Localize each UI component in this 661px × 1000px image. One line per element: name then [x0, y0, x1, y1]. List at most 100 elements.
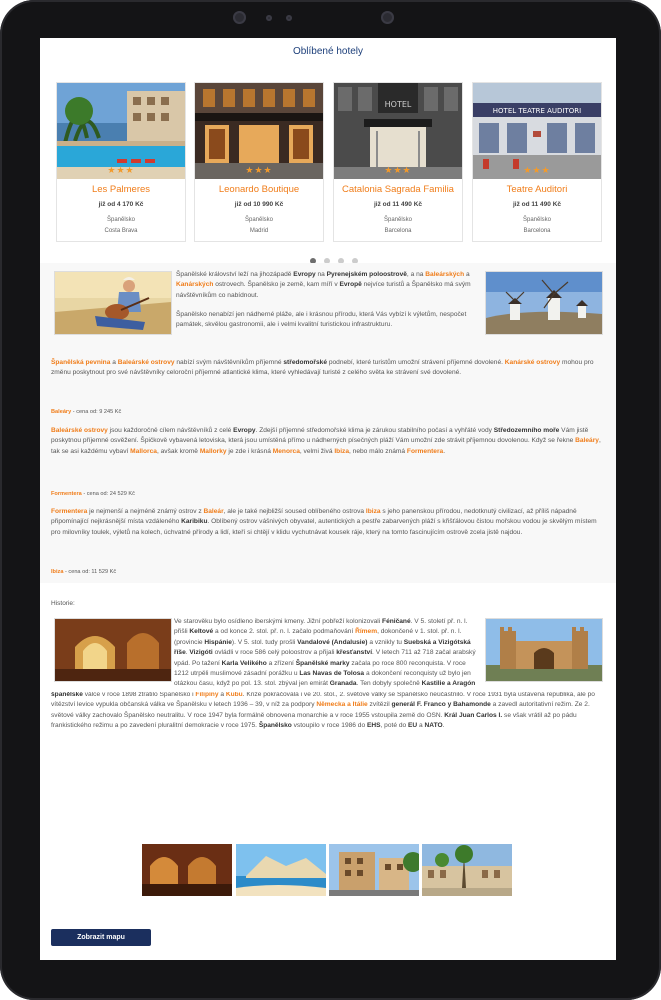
- text-emphasis: středomořské: [283, 359, 328, 366]
- text-emphasis: Hispánie: [204, 638, 232, 646]
- text-emphasis: Evropě: [339, 281, 362, 289]
- text-emphasis: křesťanství: [336, 649, 373, 657]
- destination-price: Formentera - cena od: 24 529 Kč: [51, 491, 135, 497]
- text-link[interactable]: Baleárských: [425, 271, 464, 278]
- hotel-name-link[interactable]: Teatre Auditori: [473, 184, 601, 195]
- intro-paragraph: Španělská pevnina a Baleárské ostrovy na…: [51, 359, 594, 377]
- rating-stars-icon: ★★★: [384, 165, 412, 175]
- section-title: Oblíbené hotely: [292, 46, 364, 57]
- history-paragraph: Ve starověku bylo osídleno iberskými kme…: [51, 692, 603, 731]
- text-emphasis: Evropy: [233, 427, 256, 434]
- destination-link[interactable]: Baleáry: [51, 409, 71, 415]
- text-emphasis: EHS: [366, 722, 381, 730]
- guitar-girl-photo: [54, 271, 172, 335]
- destination-description: Formentera je nejmenší a nejméně známý o…: [51, 508, 597, 536]
- camera-icon: [233, 11, 246, 24]
- destination-price: Baleáry - cena od: 9 245 Kč: [51, 409, 121, 415]
- destination-price-text: - cena od: 9 245 Kč: [71, 409, 122, 415]
- hotel-name-link[interactable]: Leonardo Boutique: [195, 184, 323, 195]
- intro-paragraph: Španělsko nenabízí jen nádherné pláže, a…: [176, 311, 467, 329]
- destination-link[interactable]: Ibiza: [51, 569, 63, 575]
- gallery-image[interactable]: [142, 844, 232, 896]
- history-paragraph: Ve starověku bylo osídleno iberskými kme…: [174, 617, 480, 691]
- destination-price-text: - cena od: 11 529 Kč: [63, 569, 117, 575]
- text-link[interactable]: Římem: [355, 628, 377, 635]
- text-emphasis: Kastilie a Aragón: [421, 680, 476, 688]
- hotel-sign: HOTEL TEATRE AUDITORI: [493, 107, 581, 115]
- text-emphasis: NATO: [424, 722, 443, 730]
- show-map-button[interactable]: Zobrazit mapu: [51, 929, 151, 946]
- text-link[interactable]: Německa a Itálie: [316, 701, 367, 708]
- text-link[interactable]: Formentera: [51, 508, 87, 515]
- intro-paragraph: Španělské království leží na jihozápadě …: [176, 271, 471, 299]
- hotel-card[interactable]: HOTEL TEATRE AUDITORI ★★★ Teatre Auditor…: [472, 82, 602, 242]
- castle-photo: [485, 618, 603, 682]
- text-link[interactable]: Kubu: [226, 692, 243, 698]
- text-link[interactable]: Mallorca: [130, 448, 157, 455]
- text-link[interactable]: Filipíny: [195, 692, 218, 698]
- text-link[interactable]: Ibiza: [334, 448, 349, 455]
- tablet-frame: Oblíbené hotely ★★★ Les Palmeres již od …: [0, 0, 661, 1000]
- sensor-icon: [286, 15, 292, 21]
- hotel-region: Costa Brava: [104, 228, 138, 234]
- camera-icon: [381, 11, 394, 24]
- text-emphasis: Španělské marky: [295, 659, 350, 667]
- hotel-name-link[interactable]: Catalonia Sagrada Familia: [334, 184, 462, 195]
- text-link[interactable]: Formentera: [407, 448, 443, 455]
- text-link[interactable]: Ibiza: [366, 508, 381, 515]
- hotel-card[interactable]: HOTEL ★★★ Catalonia Sagrada Familia již …: [333, 82, 463, 242]
- country-info-section: Španělské království leží na jihozápadě …: [40, 263, 616, 583]
- text-emphasis: Evropy: [293, 271, 316, 278]
- text-emphasis: Karla Velikého: [221, 659, 267, 667]
- gallery-image[interactable]: [236, 844, 326, 896]
- text-link[interactable]: Baleár: [203, 508, 223, 515]
- text-emphasis: Vandalové (Andalusie): [297, 638, 368, 646]
- text-link[interactable]: Kanárské ostrovy: [505, 359, 560, 366]
- hotel-country: Španělsko: [522, 217, 552, 223]
- destination-link[interactable]: Formentera: [51, 491, 82, 497]
- text-emphasis: Pyrenejském poloostrově: [326, 271, 407, 278]
- rating-stars-icon: ★★★: [107, 165, 135, 175]
- hotel-country: Španělsko: [106, 217, 136, 223]
- gallery-image[interactable]: [329, 844, 419, 896]
- hotel-region: Barcelona: [384, 228, 412, 234]
- hotel-country: Španělsko: [383, 217, 413, 223]
- hotel-name-link[interactable]: Les Palmeres: [57, 184, 185, 195]
- text-emphasis: Španělsko: [258, 722, 292, 730]
- history-text-top: Ve starověku bylo osídleno iberskými kme…: [174, 617, 480, 691]
- hotel-price: již od 4 170 Kč: [98, 201, 144, 208]
- hotel-country: Španělsko: [244, 217, 274, 223]
- screen: Oblíbené hotely ★★★ Les Palmeres již od …: [40, 38, 616, 960]
- gallery-image[interactable]: [422, 844, 512, 896]
- history-section: Historie: Ve starověku bylo osídleno ibe…: [40, 590, 616, 850]
- rating-stars-icon: ★★★: [523, 165, 551, 175]
- destination-description: Baleárské ostrovy jsou každoročně cílem …: [51, 427, 601, 455]
- text-link[interactable]: Baleáry: [575, 437, 599, 444]
- text-emphasis: Vizigóti: [189, 649, 213, 657]
- text-emphasis: Keltové: [189, 628, 214, 636]
- destination-price: Ibiza - cena od: 11 529 Kč: [51, 569, 116, 575]
- text-emphasis: EU: [408, 722, 418, 730]
- text-link[interactable]: Španělská pevnina: [51, 359, 110, 366]
- hotel-carousel: ★★★ Les Palmeres již od 4 170 Kč Španěls…: [56, 82, 602, 242]
- rating-stars-icon: ★★★: [245, 165, 273, 175]
- windmills-photo: [485, 271, 603, 335]
- hotel-price: již od 11 490 Kč: [373, 201, 423, 208]
- history-text-bottom: Ve starověku bylo osídleno iberskými kme…: [51, 692, 603, 850]
- text-link[interactable]: Kanárských: [176, 281, 213, 288]
- text-link[interactable]: Menorca: [273, 448, 300, 455]
- destination-price-text: - cena od: 24 529 Kč: [81, 491, 135, 497]
- text-emphasis: Féničané: [382, 618, 411, 625]
- text-link[interactable]: Baleárské ostrovy: [51, 427, 108, 434]
- text-link[interactable]: Mallorky: [200, 448, 227, 455]
- hotel-price: již od 11 490 Kč: [512, 201, 562, 208]
- hotel-price: již od 10 990 Kč: [234, 201, 284, 208]
- hotel-card[interactable]: ★★★ Les Palmeres již od 4 170 Kč Španěls…: [56, 82, 186, 242]
- text-link[interactable]: Baleárské ostrovy: [118, 359, 175, 366]
- text-emphasis: Granada: [329, 680, 357, 688]
- text-emphasis: Král Juan Carlos I.: [444, 711, 503, 719]
- alhambra-photo: [54, 618, 172, 682]
- hotel-region: Barcelona: [523, 228, 551, 234]
- text-emphasis: Las Navas de Tolosa: [299, 670, 365, 678]
- hotel-card[interactable]: ★★★ Leonardo Boutique již od 10 990 Kč Š…: [194, 82, 324, 242]
